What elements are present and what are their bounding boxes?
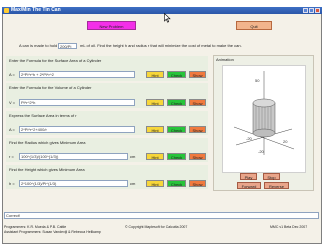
check-button-5[interactable]: Check [167,180,186,187]
hint-button-5[interactable]: Hint [146,180,164,187]
minimize-icon[interactable] [303,8,308,13]
check-button-1[interactable]: Check [167,71,186,78]
stop-button[interactable]: Stop [263,173,280,180]
footer-copyright: © Copyright Maplesoft for Calcutta 2007 [125,225,188,229]
animation-label: Animation [216,57,234,62]
hint-button-1[interactable]: Hint [146,71,164,78]
show-button-2[interactable]: Show [189,99,206,106]
surface-area-formula-input[interactable]: 2*Pi*r*h + 2*Pi*r^2 [19,71,135,78]
app-window: Max/Min The Tin Can New Problem Quit A c… [0,0,324,247]
hint-button-4[interactable]: Hint [146,153,164,160]
cylinder-3d-plot: 50 -20 -20 20 [233,71,295,155]
check-button-4[interactable]: Check [167,153,186,160]
footer-version: MMC v1 Beta Dec 2007 [270,225,308,229]
section-4-var: r = [9,154,14,159]
radius-unit: cm [130,154,136,159]
app-icon [4,8,9,13]
check-button-3[interactable]: Check [167,126,186,133]
tick-label-neg: -20 [246,136,253,141]
footer-assistants: Assistant Programmers: Susan Vandevijl &… [4,230,101,234]
status-output: Correct! [4,212,319,219]
hint-button-3[interactable]: Hint [146,126,164,133]
section-5-prompt: Find the Height which gives Minimum Area [9,167,85,172]
section-4-prompt: Find the Radius which gives Minimum Area [9,140,86,145]
window-title: Max/Min The Tin Can [11,7,61,13]
section-3-prompt: Express the Surface Area in terms of r [9,113,77,118]
section-3-var: A = [9,127,15,132]
volume-field[interactable]: 200/Pi [58,43,77,49]
tick-label-top: 50 [255,78,260,83]
height-unit: cm [130,181,136,186]
reverse-button[interactable]: Reverse [264,182,289,189]
problem-text-prefix: A can is made to hold [19,43,58,48]
mouse-cursor-icon [164,13,171,23]
maximize-icon[interactable] [309,8,314,13]
show-button-1[interactable]: Show [189,71,206,78]
close-icon[interactable] [315,8,320,13]
tick-label-x2: 20 [283,139,288,144]
play-button[interactable]: Play [240,173,257,180]
hint-button-2[interactable]: Hint [146,99,164,106]
forward-button[interactable]: Forward [237,182,261,189]
tick-label-x1: -20 [258,149,265,154]
show-button-3[interactable]: Show [189,126,206,133]
radius-input[interactable]: 100^(1/3)/(100^(1/3)) [19,153,128,160]
section-1-prompt: Enter the Formula for the Surface Area o… [9,58,102,63]
volume-formula-input[interactable]: Pi*r^2*h [19,99,135,106]
section-2-prompt: Enter the Formula for the Volume of a Cy… [9,85,92,90]
section-1-var: A = [9,72,15,77]
problem-text-suffix: mL of oil. Find the height h and radius … [80,43,242,48]
section-5-var: h = [9,181,15,186]
show-button-5[interactable]: Show [189,180,206,187]
area-in-r-input[interactable]: 2*Pi*r^2+400/r [19,126,135,133]
quit-button[interactable]: Quit [236,21,272,30]
check-button-2[interactable]: Check [167,99,186,106]
new-problem-button[interactable]: New Problem [87,21,136,30]
title-bar: Max/Min The Tin Can [2,7,322,14]
section-2-var: V = [9,100,16,105]
show-button-4[interactable]: Show [189,153,206,160]
height-input[interactable]: 2*100^(1/3)/Pi^(1/3) [19,180,128,187]
